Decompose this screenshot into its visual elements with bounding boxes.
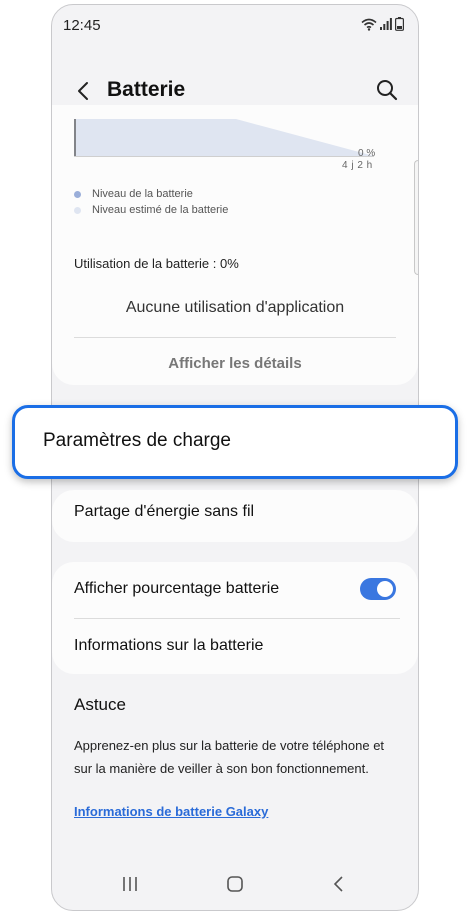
status-time: 12:45 bbox=[63, 17, 101, 34]
legend-dot bbox=[74, 206, 81, 214]
show-percentage-toggle[interactable] bbox=[360, 578, 396, 600]
chart-percent-label: 0 % bbox=[358, 148, 376, 159]
legend-label: Niveau estimé de la batterie bbox=[92, 204, 229, 216]
back-arrow-icon[interactable] bbox=[72, 79, 96, 103]
legend-dot bbox=[74, 190, 81, 198]
charging-settings-item[interactable]: Paramètres de charge bbox=[12, 405, 458, 479]
show-percentage-label: Afficher pourcentage batterie bbox=[74, 580, 280, 597]
galaxy-battery-info-link[interactable]: Informations de batterie Galaxy bbox=[74, 804, 268, 819]
wifi-icon bbox=[361, 18, 377, 31]
no-app-usage-text: Aucune utilisation d'application bbox=[125, 299, 345, 316]
nav-back-icon[interactable] bbox=[327, 872, 351, 896]
tip-title: Astuce bbox=[74, 695, 126, 714]
legend-item-estimated-level: Niveau estimé de la batterie bbox=[74, 204, 228, 216]
toggle-knob bbox=[377, 581, 393, 597]
show-percentage-item[interactable]: Afficher pourcentage batterie bbox=[52, 562, 418, 618]
divider bbox=[74, 337, 396, 338]
home-icon[interactable] bbox=[223, 872, 247, 896]
status-bar: 12:45 bbox=[52, 5, 418, 45]
battery-chart bbox=[74, 119, 374, 157]
legend-label: Niveau de la batterie bbox=[92, 188, 193, 200]
battery-info-item[interactable]: Informations sur la batterie bbox=[52, 619, 418, 674]
chart-time-label: 4 j 2 h bbox=[342, 160, 373, 171]
legend-item-battery-level: Niveau de la batterie bbox=[74, 188, 193, 200]
page-title: Batterie bbox=[107, 78, 186, 101]
battery-usage-label: Utilisation de la batterie : 0% bbox=[74, 256, 239, 271]
wireless-powershare-item[interactable]: Partage d'énergie sans fil bbox=[52, 490, 418, 542]
signal-icon bbox=[380, 18, 392, 30]
wireless-powershare-label: Partage d'énergie sans fil bbox=[74, 503, 255, 520]
search-icon[interactable] bbox=[374, 77, 400, 103]
show-details-button[interactable]: Afficher les détails bbox=[52, 355, 418, 372]
status-icons bbox=[361, 17, 404, 31]
recent-apps-icon[interactable] bbox=[118, 872, 142, 896]
display-settings-card: Afficher pourcentage batterie Informatio… bbox=[52, 562, 418, 674]
tip-body: Apprenez-en plus sur la batterie de votr… bbox=[74, 738, 385, 776]
battery-info-label: Informations sur la batterie bbox=[74, 637, 264, 654]
navigation-bar bbox=[52, 860, 418, 910]
scrollbar[interactable] bbox=[414, 160, 418, 275]
charging-settings-label: Paramètres de charge bbox=[43, 430, 231, 451]
battery-usage-card: 0 % 4 j 2 h Niveau de la batterie Niveau… bbox=[52, 105, 418, 385]
battery-icon bbox=[395, 17, 404, 31]
